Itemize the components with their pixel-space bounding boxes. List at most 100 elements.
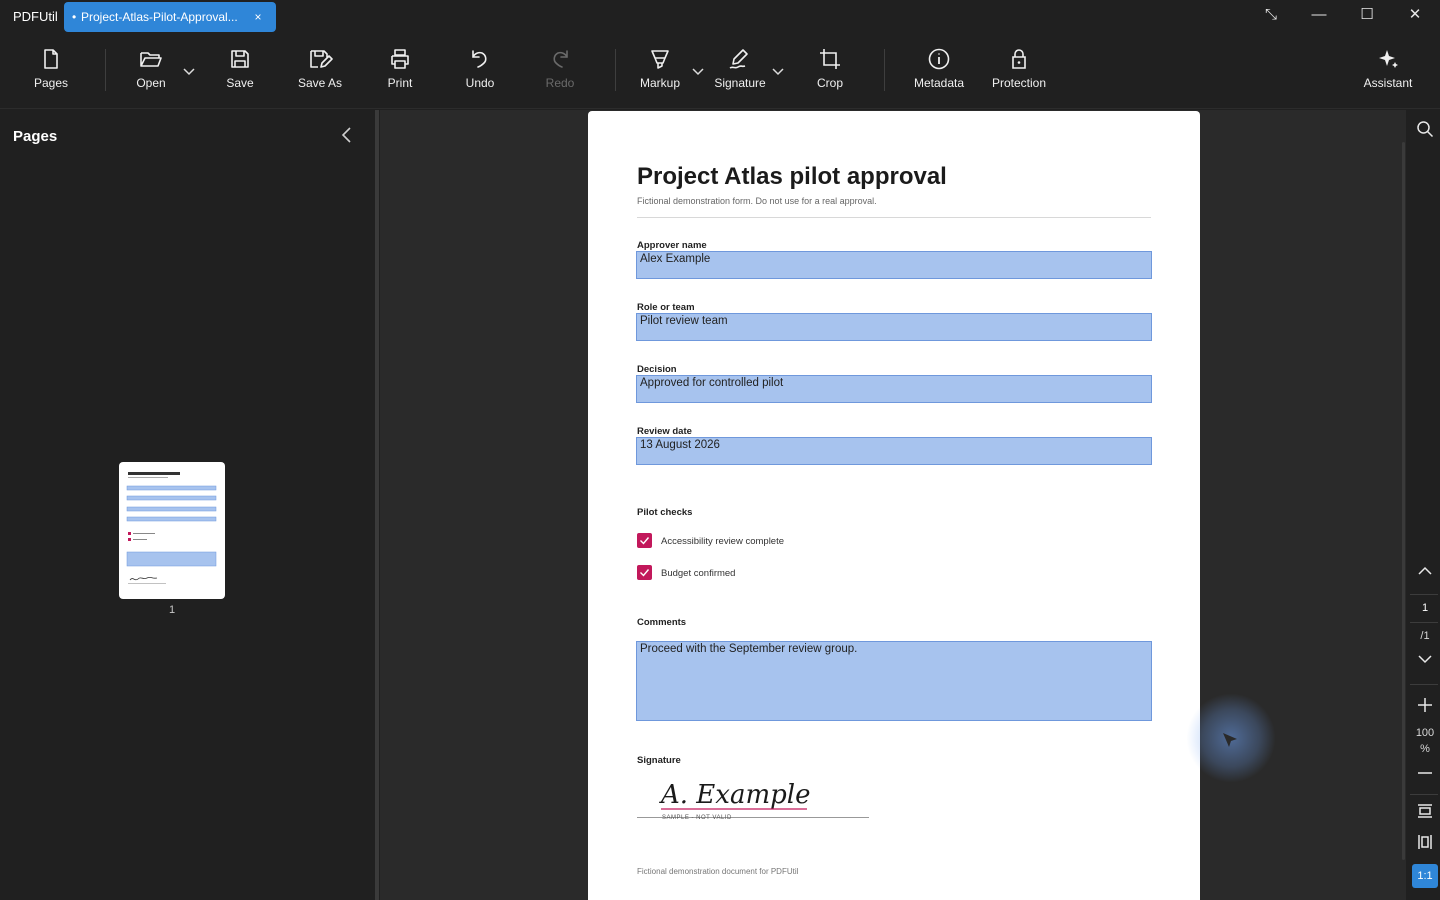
metadata-label: Metadata [913, 76, 965, 90]
budget-checkbox[interactable] [637, 565, 652, 580]
pages-sidebar: Pages 1 [0, 110, 376, 900]
app-name: PDFUtil [13, 9, 58, 24]
chevron-down-icon [1418, 655, 1432, 664]
document-tab[interactable]: • Project-Atlas-Pilot-Approval... × [64, 2, 276, 32]
print-button[interactable]: Print [364, 45, 436, 101]
fit-page-button[interactable] [1410, 833, 1440, 859]
search-button[interactable] [1410, 120, 1440, 146]
highlighter-icon [651, 50, 669, 69]
signature-dropdown-chevron-icon[interactable] [770, 63, 786, 79]
toolbar-divider [615, 49, 616, 91]
redo-label: Redo [545, 76, 575, 90]
signature-sample-note: SAMPLE - NOT VALID [662, 815, 732, 821]
approver-name-field[interactable]: Alex Example [636, 251, 1152, 279]
page-thumbnail[interactable] [119, 462, 225, 599]
decision-field[interactable]: Approved for controlled pilot [636, 375, 1152, 403]
actual-size-button[interactable]: 1:1 [1412, 864, 1438, 888]
checkmark-icon [640, 569, 650, 577]
pages-button[interactable]: Pages [15, 45, 87, 101]
document-viewer[interactable]: Project Atlas pilot approval Fictional d… [380, 110, 1406, 900]
zoom-out-button[interactable] [1410, 764, 1440, 790]
fit-page-icon [1418, 835, 1432, 849]
checkmark-icon [640, 537, 650, 545]
comments-field[interactable]: Proceed with the September review group. [636, 641, 1152, 721]
save-as-button[interactable]: Save As [284, 45, 356, 101]
title-bar: PDFUtil • Project-Atlas-Pilot-Approval..… [0, 0, 1440, 33]
role-field[interactable]: Pilot review team [636, 313, 1152, 341]
undo-button[interactable]: Undo [444, 45, 516, 101]
redo-icon [553, 50, 568, 68]
sidebar-splitter[interactable] [375, 110, 379, 900]
review-date-field[interactable]: 13 August 2026 [636, 437, 1152, 465]
undo-icon [472, 50, 487, 68]
chevron-up-icon [1418, 566, 1432, 575]
handwritten-signature: A. Example [659, 780, 810, 810]
document-title: Project Atlas pilot approval [637, 163, 947, 190]
comments-label: Comments [637, 617, 687, 628]
toolbar-divider [884, 49, 885, 91]
metadata-button[interactable]: Metadata [903, 45, 975, 101]
toolbar-divider [105, 49, 106, 91]
save-icon [231, 50, 249, 68]
accessibility-check-label: Accessibility review complete [661, 536, 785, 547]
markup-button[interactable]: Markup [624, 45, 696, 101]
open-button[interactable]: Open [115, 45, 187, 101]
page-thumbnail-preview [126, 472, 217, 584]
next-page-button[interactable] [1410, 650, 1440, 676]
toolbar: Pages Open Save Save As Print Undo Redo … [0, 33, 1440, 109]
rail-divider [1410, 684, 1438, 685]
maximize-button[interactable]: ☐ [1353, 4, 1381, 26]
pilot-checks-heading: Pilot checks [637, 507, 693, 518]
minimize-button[interactable]: — [1305, 4, 1333, 26]
lock-icon [1012, 49, 1026, 69]
fit-width-button[interactable] [1410, 802, 1440, 828]
tab-close-button[interactable]: × [250, 8, 266, 26]
sparkle-icon [1379, 50, 1398, 68]
previous-page-button[interactable] [1410, 562, 1440, 588]
decision-label: Decision [637, 364, 677, 375]
zoom-in-button[interactable] [1410, 696, 1440, 722]
signature-field[interactable]: A. Example [637, 771, 869, 819]
open-label: Open [136, 76, 166, 90]
signature-text: A. Example [659, 780, 810, 810]
review-date-label: Review date [637, 426, 692, 437]
document-footer: Fictional demonstration document for PDF… [637, 867, 799, 876]
pdf-page: Project Atlas pilot approval Fictional d… [588, 111, 1276, 900]
protection-button[interactable]: Protection [983, 45, 1055, 101]
zoom-unit: % [1420, 743, 1430, 755]
collapse-sidebar-chevron-icon[interactable] [338, 124, 356, 146]
search-icon [1417, 121, 1434, 138]
rail-divider [1410, 794, 1438, 795]
rail-divider [1410, 594, 1438, 595]
close-window-button[interactable]: ✕ [1401, 4, 1429, 26]
signature-label: Signature [714, 76, 766, 90]
crop-icon [820, 49, 840, 69]
zoom-level[interactable]: 100 [1410, 727, 1440, 739]
assistant-button[interactable]: Assistant [1352, 45, 1424, 101]
mouse-cursor-icon [1223, 733, 1237, 747]
unsaved-marker: • [72, 10, 77, 24]
print-icon [391, 49, 409, 69]
minus-icon [1418, 772, 1432, 774]
undo-label: Undo [465, 76, 495, 90]
print-label: Print [387, 76, 413, 90]
markup-label: Markup [639, 76, 680, 90]
accessibility-checkbox[interactable] [637, 533, 652, 548]
signature-label: Signature [637, 755, 681, 766]
signature-button[interactable]: Signature [704, 45, 776, 101]
open-dropdown-chevron-icon[interactable] [181, 63, 197, 79]
crop-button[interactable]: Crop [794, 45, 866, 101]
rail-divider [1410, 622, 1438, 623]
vertical-scrollbar[interactable] [1402, 142, 1405, 860]
sidebar-title: Pages [13, 128, 58, 145]
save-button[interactable]: Save [204, 45, 276, 101]
fullscreen-button[interactable]: ⤡ [1257, 4, 1285, 26]
redo-button[interactable]: Redo [524, 45, 596, 101]
info-icon [928, 48, 950, 70]
budget-check-label: Budget confirmed [661, 568, 736, 579]
protection-label: Protection [991, 76, 1047, 90]
role-label: Role or team [637, 302, 695, 313]
current-page-input[interactable]: 1 [1410, 602, 1440, 614]
save-as-label: Save As [297, 76, 343, 90]
approver-name-label: Approver name [637, 240, 707, 251]
